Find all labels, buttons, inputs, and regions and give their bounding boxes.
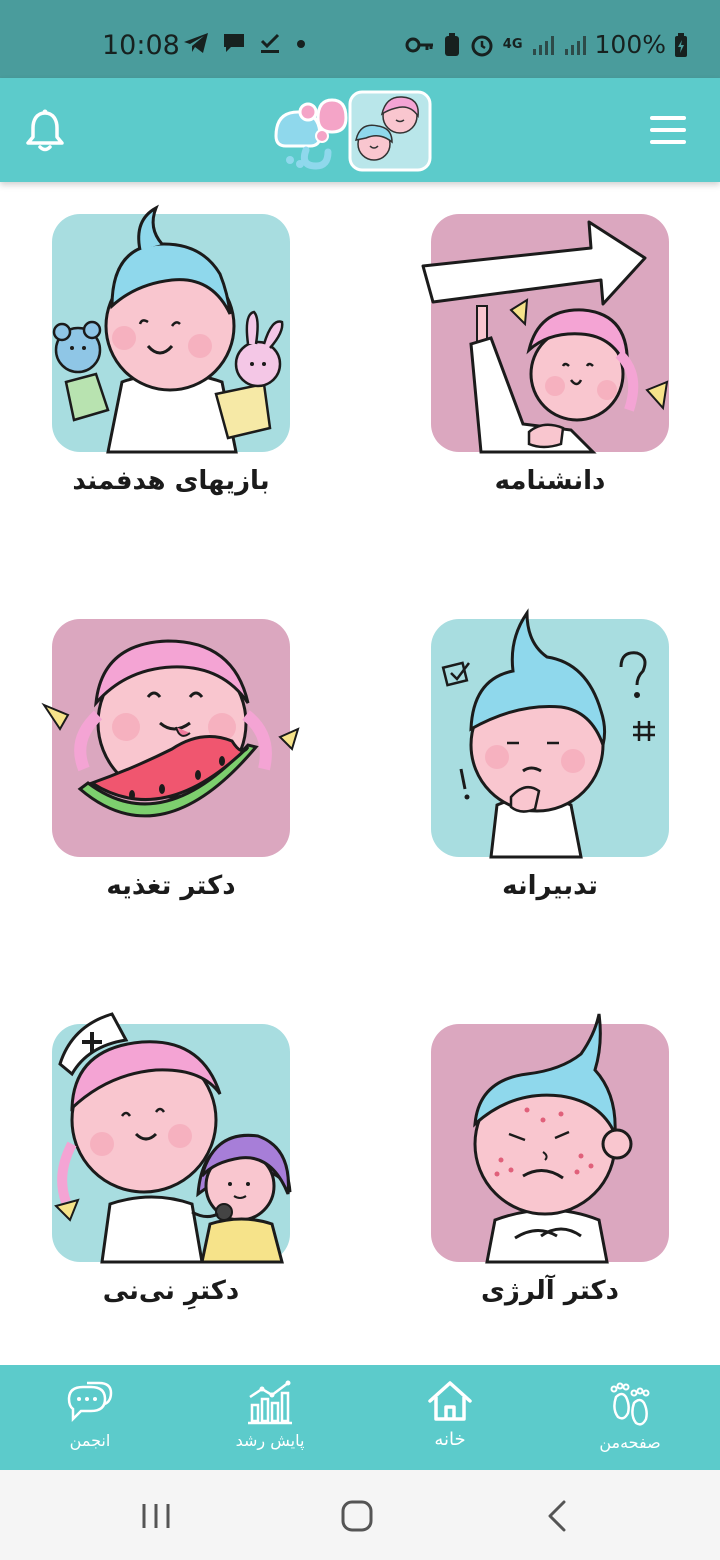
signal-icon (532, 35, 554, 55)
card-label: دکترِ نی‌نی (102, 1276, 240, 1306)
card-tadbirane[interactable]: تدبیرانه (431, 587, 720, 917)
hamburger-menu-icon[interactable] (650, 116, 686, 144)
nav-my-page[interactable]: صفحه‌من (560, 1379, 700, 1459)
logo-wordmark (274, 98, 348, 170)
card-label: دانشنامه (494, 466, 606, 496)
bell-icon[interactable] (22, 108, 68, 154)
system-navigation-bar (0, 1470, 720, 1560)
app-header (0, 78, 720, 182)
nav-growth-tracking[interactable]: پایش رشد (200, 1379, 340, 1459)
category-grid: دانشنامه بازیهای هدفمند تدبیرانه دکتر تغ… (0, 182, 720, 1365)
nav-label: صفحه‌من (599, 1433, 661, 1452)
menu-line (650, 140, 686, 144)
card-label: تدبیرانه (502, 871, 598, 901)
app-logo (274, 90, 432, 172)
boy-thinking-icon (431, 608, 669, 859)
recent-apps-icon[interactable] (136, 1498, 176, 1534)
nav-label: خانه (434, 1429, 466, 1450)
card-label: دکتر تغذیه (106, 871, 236, 901)
growth-chart-icon (248, 1380, 292, 1425)
key-icon (405, 37, 433, 52)
girl-holding-arrow-sign-icon (421, 214, 669, 454)
alarm-icon (471, 35, 493, 56)
nav-label: انجمن (69, 1431, 111, 1450)
download-check-icon (260, 33, 280, 53)
footprints-icon (610, 1382, 650, 1426)
telegram-icon (184, 33, 208, 53)
logo-kids-picture (348, 90, 432, 172)
girl-eating-watermelon-icon (41, 619, 300, 857)
network-4g-icon: 4G (502, 36, 523, 52)
battery-icon (675, 32, 687, 57)
battery-percent: 100% (594, 30, 666, 59)
notification-icons (182, 31, 308, 55)
card-encyclopedia[interactable]: دانشنامه (421, 182, 720, 512)
forum-chat-icon (67, 1381, 113, 1423)
card-allergy-doctor[interactable]: دکتر آلرژی (431, 992, 720, 1322)
bottom-navigation: صفحه‌من خانه پایش رشد (0, 1365, 720, 1470)
home-icon (428, 1381, 472, 1421)
dot-icon (297, 40, 305, 48)
menu-line (650, 128, 686, 132)
status-bar: 10:08 4G 100% (0, 0, 720, 78)
nav-label: پایش رشد (235, 1431, 305, 1450)
card-label: دکتر آلرژی (481, 1276, 619, 1306)
nav-forum[interactable]: انجمن (20, 1379, 160, 1459)
back-icon[interactable] (538, 1498, 578, 1534)
boy-with-rash-icon (431, 1013, 669, 1264)
battery-saver-icon (444, 32, 459, 56)
card-purposeful-games[interactable]: بازیهای هدفمند (52, 182, 342, 512)
chat-icon (224, 34, 244, 52)
status-right-icons: 4G 100% (405, 30, 688, 59)
nav-home[interactable]: خانه (380, 1379, 520, 1459)
card-baby-doctor[interactable]: دکترِ نی‌نی (52, 992, 342, 1322)
signal-icon (564, 35, 586, 55)
nurse-with-child-icon (52, 1012, 292, 1264)
menu-line (650, 116, 686, 120)
status-time: 10:08 (102, 30, 180, 61)
boy-with-puppets-icon (52, 204, 290, 454)
card-label: بازیهای هدفمند (72, 466, 270, 496)
card-nutrition-doctor[interactable]: دکتر تغذیه (41, 587, 342, 917)
home-button-icon[interactable] (337, 1498, 377, 1534)
